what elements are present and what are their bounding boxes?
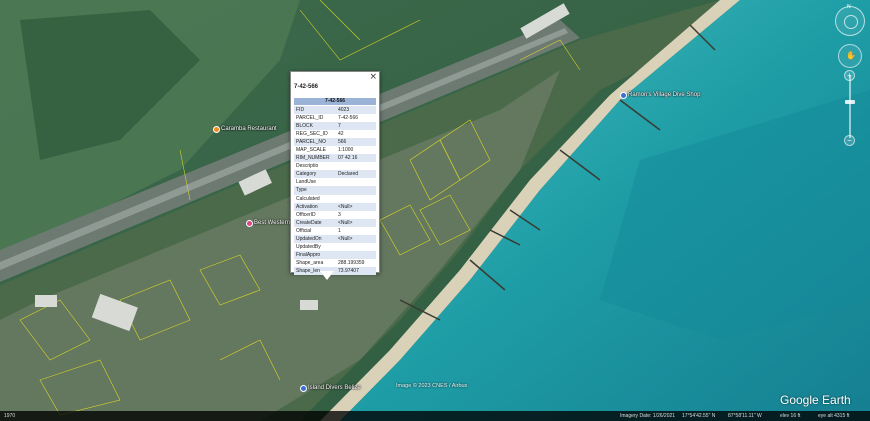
popup-row-value: 1 xyxy=(338,227,341,234)
popup-row-key: Shape_area xyxy=(296,259,324,266)
place-pin-dive-shop[interactable] xyxy=(620,92,627,99)
status-imagery-date: Imagery Date: 1/26/2021 xyxy=(620,413,676,419)
north-indicator[interactable]: N xyxy=(847,4,851,10)
popup-row-value xyxy=(338,162,376,170)
popup-row-key: Type xyxy=(296,187,307,194)
popup-row-value: Declared xyxy=(338,171,359,178)
popup-row-key: REG_SEC_ID xyxy=(296,131,328,138)
popup-row-value: <Null> xyxy=(338,219,353,226)
popup-row: UpdatedBy xyxy=(294,243,376,251)
popup-row: Shape_len 73.97407 xyxy=(294,266,376,275)
popup-row-value: 73.97407 xyxy=(338,267,359,274)
move-hand-icon: ✋ xyxy=(846,51,856,60)
popup-row: PARCEL_ID 7-42-566 xyxy=(294,114,376,122)
popup-row-value xyxy=(338,251,376,259)
place-pin-caramba[interactable] xyxy=(213,126,220,133)
popup-row-value: <Null> xyxy=(338,203,353,210)
popup-row-value: <Null> xyxy=(338,235,353,242)
popup-row-key: BLOCK xyxy=(296,123,313,130)
popup-row-key: Activation xyxy=(296,203,318,210)
popup-row-key: RIM_NUMBER xyxy=(296,155,330,162)
popup-row-value: 288.199359 xyxy=(338,259,365,266)
popup-row-key: UpdatedOn xyxy=(296,235,322,242)
zoom-in-button[interactable]: + xyxy=(844,70,855,81)
popup-row: Activation <Null> xyxy=(294,202,376,211)
image-credit: Image © 2023 CNES / Airbus xyxy=(396,383,468,389)
popup-row-value xyxy=(338,243,376,251)
popup-row: Official 1 xyxy=(294,227,376,235)
popup-row-key: PARCEL_ID xyxy=(296,115,324,122)
popup-row: UpdatedOn <Null> xyxy=(294,234,376,243)
popup-row: FinalAppro xyxy=(294,250,376,259)
popup-row: Calculated xyxy=(294,195,376,203)
popup-row: FID 4023 xyxy=(294,106,376,115)
place-label-caramba[interactable]: Caramba Restaurant xyxy=(221,126,277,132)
popup-row-key: OfficerID xyxy=(296,211,316,218)
popup-row-value xyxy=(338,186,376,194)
popup-row-value: 07 42 16 xyxy=(338,155,358,162)
popup-row-key: Category xyxy=(296,171,317,178)
place-pin-island-divers[interactable] xyxy=(300,385,307,392)
status-bar: 1970 Imagery Date: 1/26/2021 17°54'42.55… xyxy=(0,411,870,421)
popup-attribute-table: FID 4023 PARCEL_ID 7-42-566 BLOCK 7 REG_SEC_ID… xyxy=(294,106,376,275)
popup-table-header: 7-42-566 xyxy=(294,98,376,105)
popup-row-key: UpdatedBy xyxy=(296,243,321,250)
popup-row-value: 42 xyxy=(338,131,344,138)
popup-row: Shape_area 288.199359 xyxy=(294,259,376,267)
status-eye-altitude: eye alt 4315 ft xyxy=(818,413,850,419)
popup-row: Type xyxy=(294,186,376,195)
satellite-map[interactable] xyxy=(0,0,870,421)
place-label-island-divers[interactable]: Island Divers Belize xyxy=(308,385,361,391)
popup-row: MAP_SCALE 1:1000 xyxy=(294,146,376,154)
popup-row-key: FID xyxy=(296,107,305,113)
popup-row: BLOCK 7 xyxy=(294,122,376,131)
popup-row-key: Descriptio xyxy=(296,163,319,170)
place-pin-best-western[interactable] xyxy=(246,220,253,227)
popup-row-key: LandUse xyxy=(296,179,317,186)
popup-row-value: 4023 xyxy=(338,107,350,113)
place-label-best-western[interactable]: Best Western xyxy=(254,220,290,226)
popup-pointer xyxy=(320,271,334,280)
popup-row: REG_SEC_ID 42 xyxy=(294,130,376,138)
parcel-info-popup: × 7-42-566 7-42-566 FID 4023 PARCEL_ID 7-42… xyxy=(290,71,380,275)
popup-row-value xyxy=(338,195,376,203)
zoom-slider-track[interactable] xyxy=(849,76,851,138)
popup-row: Category Declared xyxy=(294,170,376,179)
popup-row: LandUse xyxy=(294,178,376,186)
close-icon[interactable]: × xyxy=(369,72,377,82)
popup-row: Descriptio xyxy=(294,162,376,170)
status-elevation: elev 16 ft xyxy=(780,413,801,419)
popup-row-key: Calculated xyxy=(296,195,320,202)
popup-row: RIM_NUMBER 07 42 16 xyxy=(294,154,376,163)
popup-row-key: PARCEL_NO xyxy=(296,139,326,146)
popup-row-value: 1:1000 xyxy=(338,147,354,154)
status-year: 1970 xyxy=(4,413,16,419)
popup-row: PARCEL_NO 566 xyxy=(294,138,376,147)
popup-row-value: 3 xyxy=(338,211,341,218)
popup-row-value: 7 xyxy=(338,123,341,130)
popup-row: CreateDate <Null> xyxy=(294,218,376,227)
popup-row-value: 566 xyxy=(338,139,347,146)
popup-row-key: MAP_SCALE xyxy=(296,147,327,154)
zoom-slider-thumb[interactable] xyxy=(845,100,855,104)
popup-row-key: CreateDate xyxy=(296,219,322,226)
popup-row-key: Official xyxy=(296,227,312,234)
place-label-dive-shop[interactable]: Ramon's Village Dive Shop xyxy=(628,92,700,98)
move-control[interactable]: ✋ xyxy=(838,44,862,68)
status-longitude: 87°58'11.11" W xyxy=(728,413,762,419)
popup-title: 7-42-566 xyxy=(294,84,319,90)
popup-row: OfficerID 3 xyxy=(294,211,376,219)
popup-row-value xyxy=(338,178,376,186)
popup-row-value: 7-42-566 xyxy=(338,115,359,122)
zoom-out-button[interactable]: − xyxy=(844,135,855,146)
look-joystick[interactable] xyxy=(844,15,858,29)
status-latitude: 17°54'42.55" N xyxy=(682,413,716,419)
popup-row-key: FinalAppro xyxy=(296,251,321,258)
look-control[interactable] xyxy=(835,6,865,36)
google-earth-logo: Google Earth xyxy=(780,393,851,407)
